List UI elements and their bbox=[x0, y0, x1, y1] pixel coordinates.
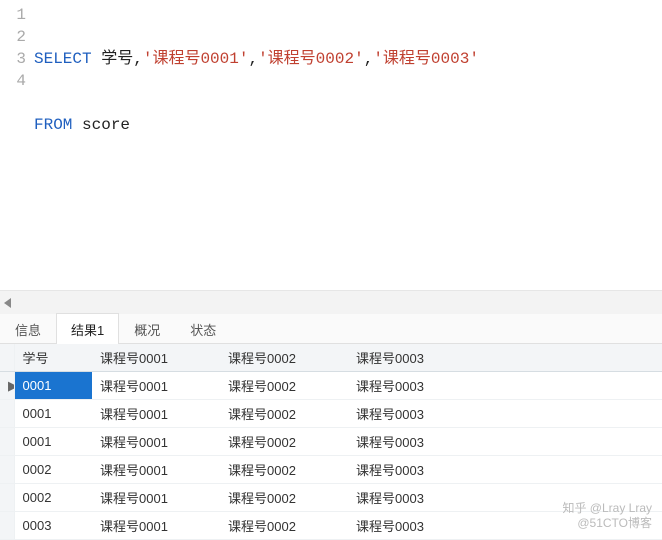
grid-cell[interactable]: 课程号0002 bbox=[220, 484, 348, 512]
identifier: score bbox=[82, 116, 130, 134]
tab-profile[interactable]: 概况 bbox=[119, 313, 175, 344]
grid-cell[interactable]: 0002 bbox=[14, 484, 92, 512]
table-row[interactable]: 0002课程号0001课程号0002课程号0003 bbox=[0, 456, 662, 484]
grid-cell[interactable]: 0001 bbox=[14, 372, 92, 400]
grid-cell[interactable]: 课程号0001 bbox=[92, 484, 220, 512]
column-header[interactable]: 学号 bbox=[14, 344, 92, 372]
row-marker bbox=[0, 484, 14, 512]
grid-cell[interactable]: 课程号0003 bbox=[348, 400, 476, 428]
line-number: 1 bbox=[0, 4, 26, 26]
row-marker bbox=[0, 512, 14, 540]
sql-editor[interactable]: 1 2 3 4 SELECT 学号,'课程号0001','课程号0002','课… bbox=[0, 0, 662, 312]
grid-cell[interactable]: 课程号0002 bbox=[220, 372, 348, 400]
grid-cell-filler bbox=[476, 484, 662, 512]
grid-cell[interactable]: 课程号0003 bbox=[348, 512, 476, 540]
grid-cell[interactable]: 0002 bbox=[14, 456, 92, 484]
column-header[interactable]: 课程号0003 bbox=[348, 344, 476, 372]
line-number: 3 bbox=[0, 48, 26, 70]
row-marker bbox=[0, 400, 14, 428]
grid-cell[interactable]: 课程号0001 bbox=[92, 512, 220, 540]
grid-cell[interactable]: 0001 bbox=[14, 428, 92, 456]
table-row[interactable]: 0001课程号0001课程号0002课程号0003 bbox=[0, 428, 662, 456]
grid-cell[interactable]: 课程号0002 bbox=[220, 428, 348, 456]
column-header[interactable]: 课程号0001 bbox=[92, 344, 220, 372]
row-marker: ▶ bbox=[0, 372, 14, 400]
string-literal: '课程号0002' bbox=[258, 50, 364, 68]
identifier: 学号 bbox=[101, 50, 133, 68]
grid-cell[interactable]: 课程号0003 bbox=[348, 428, 476, 456]
row-marker bbox=[0, 428, 14, 456]
column-header[interactable]: 课程号0002 bbox=[220, 344, 348, 372]
grid-cell-filler bbox=[476, 512, 662, 540]
grid-cell[interactable]: 课程号0002 bbox=[220, 512, 348, 540]
grid-cell[interactable]: 0003 bbox=[14, 512, 92, 540]
line-gutter: 1 2 3 4 bbox=[0, 4, 34, 312]
grid-cell-filler bbox=[476, 372, 662, 400]
grid-cell-filler bbox=[476, 428, 662, 456]
result-grid[interactable]: 学号 课程号0001 课程号0002 课程号0003 ▶0001课程号0001课… bbox=[0, 344, 662, 540]
string-literal: '课程号0003' bbox=[373, 50, 479, 68]
table-row[interactable]: ▶0001课程号0001课程号0002课程号0003 bbox=[0, 372, 662, 400]
table-row[interactable]: 0003课程号0001课程号0002课程号0003 bbox=[0, 512, 662, 540]
table-row[interactable]: 0002课程号0001课程号0002课程号0003 bbox=[0, 484, 662, 512]
grid-cell[interactable]: 课程号0003 bbox=[348, 456, 476, 484]
grid-header-row: 学号 课程号0001 课程号0002 课程号0003 bbox=[0, 344, 662, 372]
keyword-from: FROM bbox=[34, 116, 72, 134]
grid-cell[interactable]: 课程号0001 bbox=[92, 400, 220, 428]
keyword-select: SELECT bbox=[34, 50, 92, 68]
grid-cell[interactable]: 课程号0003 bbox=[348, 372, 476, 400]
column-header-filler bbox=[476, 344, 662, 372]
row-marker bbox=[0, 456, 14, 484]
line-number: 2 bbox=[0, 26, 26, 48]
grid-cell[interactable]: 课程号0003 bbox=[348, 484, 476, 512]
grid-cell-filler bbox=[476, 400, 662, 428]
tab-info[interactable]: 信息 bbox=[0, 313, 56, 344]
grid-cell-filler bbox=[476, 456, 662, 484]
row-marker-header bbox=[0, 344, 14, 372]
grid-cell[interactable]: 课程号0001 bbox=[92, 428, 220, 456]
code-area[interactable]: SELECT 学号,'课程号0001','课程号0002','课程号0003' … bbox=[34, 4, 662, 312]
string-literal: '课程号0001' bbox=[143, 50, 249, 68]
grid-cell[interactable]: 0001 bbox=[14, 400, 92, 428]
grid-cell[interactable]: 课程号0002 bbox=[220, 400, 348, 428]
sql-editor-pane: 1 2 3 4 SELECT 学号,'课程号0001','课程号0002','课… bbox=[0, 0, 662, 290]
tab-status[interactable]: 状态 bbox=[175, 313, 231, 344]
table-row[interactable]: 0001课程号0001课程号0002课程号0003 bbox=[0, 400, 662, 428]
result-tabs: 信息 结果1 概况 状态 bbox=[0, 314, 662, 344]
grid-cell[interactable]: 课程号0002 bbox=[220, 456, 348, 484]
tab-result1[interactable]: 结果1 bbox=[56, 313, 119, 344]
grid-cell[interactable]: 课程号0001 bbox=[92, 456, 220, 484]
grid-cell[interactable]: 课程号0001 bbox=[92, 372, 220, 400]
line-number: 4 bbox=[0, 70, 26, 92]
